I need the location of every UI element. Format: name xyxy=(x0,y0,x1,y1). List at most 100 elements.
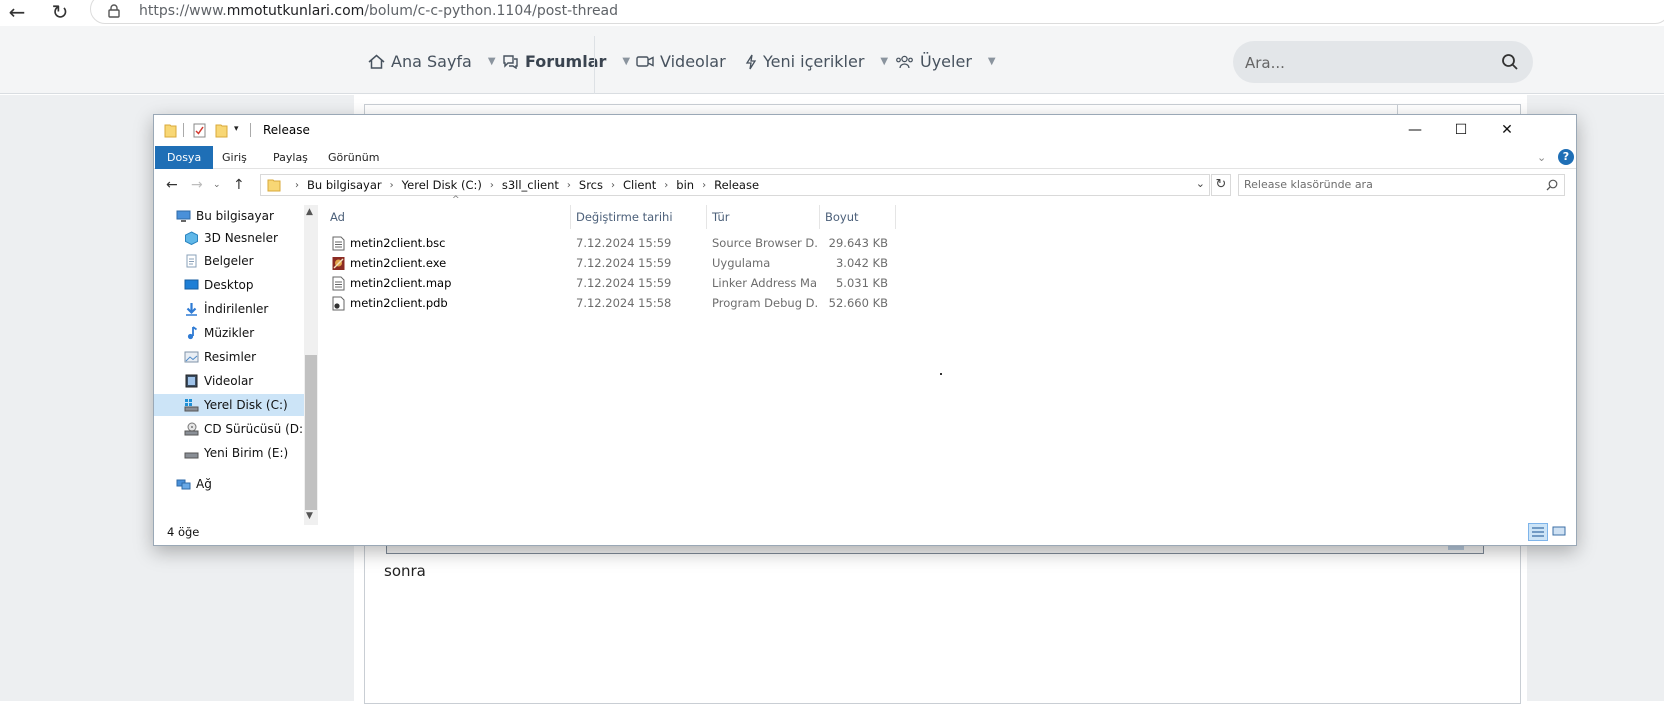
file-row[interactable]: metin2client.pdb 7.12.2024 15:58 Program… xyxy=(324,293,894,313)
reload-icon[interactable]: ↻ xyxy=(49,2,71,24)
file-row[interactable]: metin2client.exe 7.12.2024 15:59 Uygulam… xyxy=(324,253,894,273)
chevron-down-icon[interactable]: ▼ xyxy=(988,56,996,67)
video-icon xyxy=(636,56,654,67)
customize-quick-access-icon[interactable]: ▾ xyxy=(234,124,239,134)
large-icons-view-button[interactable] xyxy=(1550,523,1570,541)
bolt-icon xyxy=(745,54,757,69)
details-view-icon xyxy=(1532,527,1544,537)
3d-objects-icon xyxy=(185,231,198,245)
nav-home-label: Ana Sayfa xyxy=(391,52,472,71)
users-icon xyxy=(896,55,913,68)
videos-icon xyxy=(185,374,198,388)
scroll-up-icon[interactable]: ▲ xyxy=(306,207,313,217)
editor-body-text[interactable]: sonra xyxy=(384,562,426,580)
address-dropdown-icon[interactable]: ⌄ xyxy=(1196,177,1205,190)
browser-toolbar: ← ↻ https://www.mmotutkunlari.com/bolum/… xyxy=(0,0,1664,26)
maximize-button[interactable]: ☐ xyxy=(1438,115,1484,145)
tree-item-documents[interactable]: Belgeler xyxy=(154,250,304,272)
search-icon[interactable] xyxy=(1501,53,1519,71)
nav-new-content[interactable]: Yeni içerikler ▼ xyxy=(745,52,888,71)
tree-item-downloads[interactable]: İndirilenler xyxy=(154,298,304,320)
tree-item-music[interactable]: Müzikler xyxy=(154,322,304,344)
nav-home[interactable]: Ana Sayfa ▼ xyxy=(368,52,496,71)
breadcrumb-item[interactable]: Srcs xyxy=(579,178,603,192)
breadcrumb-item[interactable]: Client xyxy=(623,178,656,192)
navigation-pane: Bu bilgisayar 3D Nesneler Belgeler Deskt… xyxy=(154,205,319,505)
forum-search-placeholder: Ara... xyxy=(1245,54,1285,72)
navigation-pane-scrollbar[interactable]: ▲ ▼ xyxy=(304,205,318,525)
help-icon[interactable]: ? xyxy=(1558,149,1574,165)
breadcrumb-separator-icon: › xyxy=(566,179,571,191)
nav-forums[interactable]: Forumlar ▼ xyxy=(502,52,630,71)
breadcrumb-item[interactable]: bin xyxy=(676,178,694,192)
explorer-search-placeholder: Release klasöründe ara xyxy=(1244,178,1373,191)
breadcrumb-separator-icon: › xyxy=(664,179,669,191)
tree-item-desktop[interactable]: Desktop xyxy=(154,274,304,296)
column-header-size[interactable]: Boyut xyxy=(819,205,895,229)
drive-icon xyxy=(184,452,199,459)
file-type: Program Debug D... xyxy=(712,296,818,310)
tree-item-videos[interactable]: Videolar xyxy=(154,370,304,392)
chevron-down-icon[interactable]: ▼ xyxy=(880,56,888,67)
new-folder-icon[interactable] xyxy=(215,123,228,138)
column-header-date[interactable]: Değiştirme tarihi xyxy=(570,205,706,229)
nav-videos[interactable]: Videolar xyxy=(636,52,726,71)
chevron-down-icon[interactable]: ▼ xyxy=(622,56,630,67)
file-row[interactable]: metin2client.map 7.12.2024 15:59 Linker … xyxy=(324,273,894,293)
back-arrow-icon[interactable]: ← xyxy=(6,2,28,24)
tab-view[interactable]: Görünüm xyxy=(320,148,387,167)
breadcrumb-item[interactable]: Bu bilgisayar xyxy=(307,178,382,192)
breadcrumb-separator-icon: › xyxy=(295,179,299,191)
column-header-name[interactable]: Ad xyxy=(324,205,570,229)
breadcrumb-item[interactable]: Yerel Disk (C:) xyxy=(402,178,482,192)
file-explorer-window[interactable]: ▾ Release — ☐ ✕ Dosya Giriş Paylaş Görün… xyxy=(153,114,1577,546)
chevron-down-icon[interactable]: ▼ xyxy=(488,56,496,67)
properties-icon[interactable] xyxy=(193,123,206,138)
tree-item-new-volume-e[interactable]: Yeni Birim (E:) xyxy=(154,442,304,464)
explorer-search-input[interactable]: Release klasöründe ara xyxy=(1238,174,1565,196)
details-view-button[interactable] xyxy=(1528,523,1548,541)
tree-item-local-disk-c[interactable]: Yerel Disk (C:) xyxy=(154,394,304,416)
breadcrumb-item[interactable]: s3ll_client xyxy=(502,178,559,192)
breadcrumb-item[interactable]: Release xyxy=(714,178,759,192)
tab-file[interactable]: Dosya xyxy=(155,146,214,169)
forward-icon[interactable]: → xyxy=(191,177,203,193)
recent-locations-icon[interactable]: ⌄ xyxy=(213,180,221,190)
column-divider[interactable] xyxy=(895,205,896,229)
window-title: Release xyxy=(263,123,310,137)
back-icon[interactable]: ← xyxy=(166,177,178,193)
minimize-button[interactable]: — xyxy=(1392,115,1438,145)
tab-home[interactable]: Giriş xyxy=(214,148,255,167)
column-header-type[interactable]: Tür xyxy=(706,205,819,229)
tree-item-label: Yeni Birim (E:) xyxy=(204,446,289,460)
nav-members[interactable]: Üyeler ▼ xyxy=(895,52,996,71)
tree-item-cd-drive[interactable]: CD Sürücüsü (D:) xyxy=(154,418,308,440)
close-button[interactable]: ✕ xyxy=(1484,115,1530,145)
file-row[interactable]: metin2client.bsc 7.12.2024 15:59 Source … xyxy=(324,233,894,253)
tree-item-label: Desktop xyxy=(204,278,254,292)
tree-item-network[interactable]: Ağ xyxy=(154,473,304,495)
file-size: 52.660 KB xyxy=(828,296,888,310)
search-icon[interactable] xyxy=(1546,179,1558,191)
file-icon xyxy=(332,236,345,251)
file-size: 5.031 KB xyxy=(835,276,888,290)
up-icon[interactable]: ↑ xyxy=(233,177,245,193)
tab-share[interactable]: Paylaş xyxy=(265,148,316,167)
file-date: 7.12.2024 15:59 xyxy=(576,236,672,250)
explorer-address-bar[interactable]: › Bu bilgisayar › Yerel Disk (C:) › s3ll… xyxy=(260,174,1210,196)
tree-item-this-pc[interactable]: Bu bilgisayar xyxy=(154,205,304,227)
desktop-icon xyxy=(184,279,199,290)
breadcrumb-separator-icon: › xyxy=(702,179,707,191)
explorer-titlebar[interactable]: ▾ Release — ☐ ✕ xyxy=(154,115,1576,145)
file-date: 7.12.2024 15:58 xyxy=(576,296,672,310)
refresh-icon[interactable]: ↻ xyxy=(1211,174,1231,196)
tree-item-pictures[interactable]: Resimler xyxy=(154,346,304,368)
quick-access-divider xyxy=(183,123,184,137)
tree-item-label: Resimler xyxy=(204,350,257,364)
site-info-icon[interactable] xyxy=(108,4,120,18)
scrollbar-thumb[interactable] xyxy=(305,355,317,510)
ribbon-expand-icon[interactable]: ⌄ xyxy=(1537,151,1546,164)
tree-item-3d-objects[interactable]: 3D Nesneler xyxy=(154,227,304,249)
explorer-status-bar: 4 öğe xyxy=(154,519,1576,545)
file-date: 7.12.2024 15:59 xyxy=(576,256,672,270)
